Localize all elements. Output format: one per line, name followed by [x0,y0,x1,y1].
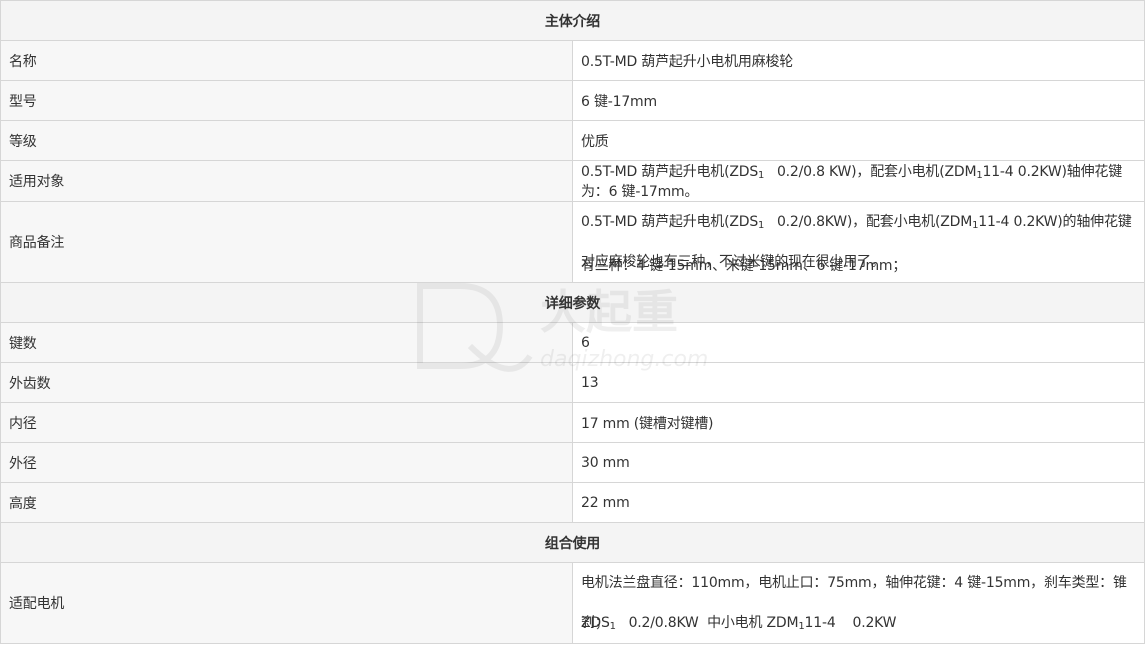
row-label-inner-diameter: 内径 [0,402,573,443]
remarks-text-1: 0.5T-MD 葫芦起升电机(ZDS [581,214,759,230]
row-label-model: 型号 [0,80,573,121]
table-row: 外齿数 13 [0,362,1145,403]
row-label-keys: 键数 [0,322,573,363]
row-value-grade: 优质 [572,120,1145,161]
row-value-name: 0.5T-MD 葫芦起升小电机用麻梭轮 [572,40,1145,81]
row-value-motor: 电机法兰盘直径：110mm，电机止口：75mm，轴伸花键：4 键-15mm，刹车… [572,562,1145,644]
motor-line-1: 电机法兰盘直径：110mm，电机止口：75mm，轴伸花键：4 键-15mm，刹车… [581,575,1127,631]
table-row: 名称 0.5T-MD 葫芦起升小电机用麻梭轮 [0,40,1145,81]
row-value-remarks: 0.5T-MD 葫芦起升电机(ZDS1 0.2/0.8KW)，配套小电机(ZDM… [572,201,1145,283]
section-title-intro: 主体介绍 [0,0,1145,41]
section-title-combo: 组合使用 [0,522,1145,563]
table-row: 键数 6 [0,322,1145,363]
table-row: 型号 6 键-17mm [0,80,1145,121]
row-value-inner-diameter: 17 mm (键槽对键槽) [572,402,1145,443]
remarks-line-2: 对应麻梭轮也有三种，不过米键的现在很少用了。 [581,254,885,270]
table-row: 适用对象 0.5T-MD 葫芦起升电机(ZDS1 0.2/0.8 KW)，配套小… [0,160,1145,202]
row-label-motor: 适配电机 [0,562,573,644]
motor-line-2: ZDS1 0.2/0.8KW 中小电机 ZDM111-4 0.2KW [581,603,1136,643]
table-row: 等级 优质 [0,120,1145,161]
row-value-height: 22 mm [572,482,1145,523]
row-value-applicable: 0.5T-MD 葫芦起升电机(ZDS1 0.2/0.8 KW)，配套小电机(ZD… [572,160,1145,202]
row-value-model: 6 键-17mm [572,80,1145,121]
motor-text-2: 0.2/0.8KW 中小电机 ZDM [615,615,799,631]
row-label-name: 名称 [0,40,573,81]
motor-text-3: 11-4 0.2KW [804,615,897,631]
row-label-outer-diameter: 外径 [0,442,573,483]
table-row: 外径 30 mm [0,442,1145,483]
section-title-details: 详细参数 [0,282,1145,323]
row-label-applicable: 适用对象 [0,160,573,202]
table-row: 商品备注 0.5T-MD 葫芦起升电机(ZDS1 0.2/0.8KW)，配套小电… [0,201,1145,283]
section-row-intro: 主体介绍 [0,0,1145,41]
row-label-height: 高度 [0,482,573,523]
table-row: 适配电机 电机法兰盘直径：110mm，电机止口：75mm，轴伸花键：4 键-15… [0,562,1145,644]
row-label-grade: 等级 [0,120,573,161]
remarks-line-1: 0.5T-MD 葫芦起升电机(ZDS1 0.2/0.8KW)，配套小电机(ZDM… [581,202,1136,274]
applicable-text-2: 0.2/0.8 KW)，配套小电机(ZDM [764,164,977,180]
row-value-outer-diameter: 30 mm [572,442,1145,483]
row-value-outer-teeth: 13 [572,362,1145,403]
row-label-outer-teeth: 外齿数 [0,362,573,403]
row-value-keys: 6 [572,322,1145,363]
section-row-details: 详细参数 [0,282,1145,323]
section-row-combo: 组合使用 [0,522,1145,563]
spec-table: 主体介绍 名称 0.5T-MD 葫芦起升小电机用麻梭轮 型号 6 键-17mm … [0,0,1145,644]
remarks-text-2: 0.2/0.8KW)，配套小电机(ZDM [764,214,973,230]
table-row: 内径 17 mm (键槽对键槽) [0,402,1145,443]
table-row: 高度 22 mm [0,482,1145,523]
motor-text-1: ZDS [581,615,610,631]
applicable-text-1: 0.5T-MD 葫芦起升电机(ZDS [581,164,759,180]
row-label-remarks: 商品备注 [0,201,573,283]
